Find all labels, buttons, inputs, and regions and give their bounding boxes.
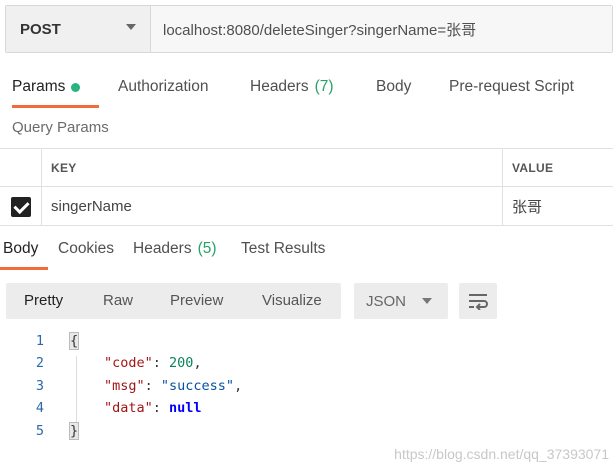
params-active-dot-icon bbox=[71, 82, 81, 92]
chevron-down-icon bbox=[422, 298, 432, 304]
response-tabs: Body Cookies Headers (5) Test Results bbox=[0, 228, 613, 270]
header-check-cell bbox=[0, 149, 42, 186]
method-select[interactable]: POST bbox=[6, 6, 151, 52]
code-line: 4 "data": null bbox=[0, 400, 613, 422]
json-key: "code" bbox=[104, 355, 153, 371]
code-line: 3 "msg": "success", bbox=[0, 378, 613, 400]
tab-body-label: Body bbox=[376, 78, 412, 95]
request-tabs: Params Authorization Headers (7) Body Pr… bbox=[0, 66, 613, 108]
watermark: https://blog.csdn.net/qq_37393071 bbox=[394, 446, 609, 462]
open-brace: { bbox=[68, 332, 80, 350]
table-row: singerName 张哥 bbox=[0, 187, 613, 226]
line-number: 3 bbox=[35, 378, 45, 394]
close-brace: } bbox=[68, 422, 80, 440]
tab-params-label: Params bbox=[12, 78, 66, 95]
line-number: 4 bbox=[35, 400, 45, 416]
tab-authorization[interactable]: Authorization bbox=[118, 66, 208, 108]
line-number: 2 bbox=[35, 355, 45, 371]
postman-window: POST localhost:8080/deleteSinger?singerN… bbox=[0, 0, 613, 474]
json-number: 200 bbox=[169, 355, 194, 371]
tab-response-headers[interactable]: Headers (5) bbox=[133, 228, 217, 270]
tab-prerequest-script[interactable]: Pre-request Script bbox=[449, 66, 574, 108]
code-line: 5 } bbox=[0, 422, 613, 445]
request-bar: POST localhost:8080/deleteSinger?singerN… bbox=[5, 5, 613, 53]
tab-cookies[interactable]: Cookies bbox=[58, 228, 114, 270]
key-column-header: KEY bbox=[42, 149, 503, 186]
view-mode-group: Pretty Raw Preview Visualize bbox=[6, 283, 341, 319]
value-column-header: VALUE bbox=[512, 160, 554, 175]
tab-response-headers-label: Headers bbox=[133, 240, 192, 257]
response-headers-count: (5) bbox=[197, 240, 217, 257]
param-value-field[interactable]: 张哥 bbox=[503, 187, 613, 226]
query-params-table: KEY VALUE singerName 张哥 bbox=[0, 148, 613, 226]
tab-test-results[interactable]: Test Results bbox=[241, 228, 325, 270]
format-label: JSON bbox=[366, 292, 407, 310]
line-number: 1 bbox=[35, 333, 45, 349]
headers-count: (7) bbox=[314, 78, 334, 95]
tab-headers[interactable]: Headers (7) bbox=[250, 66, 334, 108]
tab-params[interactable]: Params bbox=[12, 66, 99, 108]
param-key-field[interactable]: singerName bbox=[42, 187, 503, 226]
json-key: "msg" bbox=[104, 378, 145, 394]
json-key: "data" bbox=[104, 400, 153, 416]
method-label: POST bbox=[20, 20, 61, 38]
wrap-lines-icon bbox=[469, 294, 488, 310]
param-enabled-checkbox[interactable] bbox=[10, 196, 31, 217]
code-line: 2 "code": 200, bbox=[0, 355, 613, 377]
code-line: 1 { bbox=[0, 332, 613, 355]
response-code-view[interactable]: 1 { 2 "code": 200, 3 "msg": "success", 4… bbox=[0, 330, 613, 450]
pretty-button[interactable]: Pretty bbox=[24, 292, 63, 309]
row-check-cell bbox=[0, 187, 42, 226]
tab-cookies-label: Cookies bbox=[58, 240, 114, 257]
table-header-row: KEY VALUE bbox=[0, 149, 613, 187]
tab-response-body-label: Body bbox=[3, 240, 39, 257]
tab-response-body[interactable]: Body bbox=[0, 228, 48, 270]
visualize-button[interactable]: Visualize bbox=[262, 292, 322, 309]
preview-button[interactable]: Preview bbox=[170, 292, 223, 309]
tab-body[interactable]: Body bbox=[376, 66, 411, 108]
tab-test-results-label: Test Results bbox=[241, 240, 326, 257]
url-text: localhost:8080/deleteSinger?singerName=张… bbox=[163, 21, 477, 39]
wrap-lines-button[interactable] bbox=[459, 283, 497, 319]
query-params-heading: Query Params bbox=[12, 119, 109, 136]
tab-prerequest-label: Pre-request Script bbox=[449, 78, 574, 95]
raw-button[interactable]: Raw bbox=[103, 292, 133, 309]
format-select[interactable]: JSON bbox=[354, 283, 448, 319]
json-string: "success" bbox=[160, 378, 235, 394]
line-number: 5 bbox=[35, 423, 45, 439]
tab-headers-label: Headers bbox=[250, 78, 309, 95]
chevron-down-icon bbox=[126, 24, 136, 30]
url-input[interactable]: localhost:8080/deleteSinger?singerName=张… bbox=[151, 6, 612, 52]
tab-authorization-label: Authorization bbox=[118, 78, 209, 95]
json-null: null bbox=[169, 400, 202, 416]
